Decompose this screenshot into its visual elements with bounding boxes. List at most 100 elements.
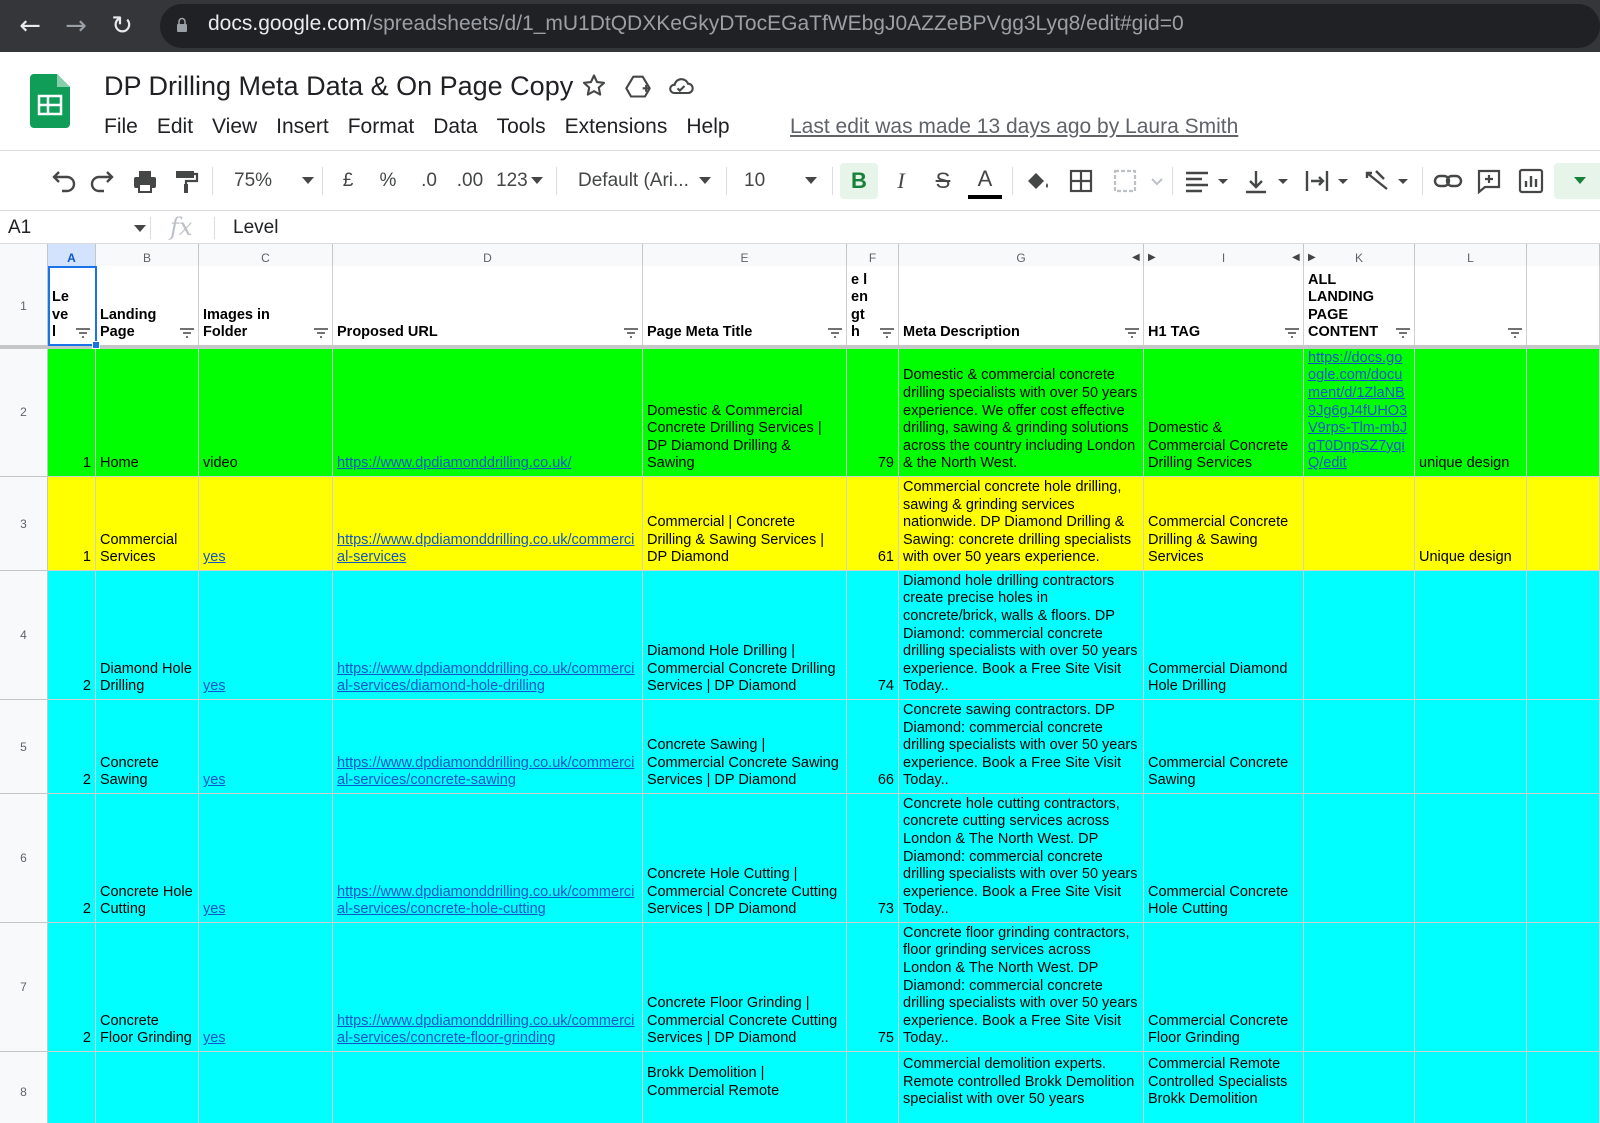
table-cell[interactable]: Commercial Concrete Sawing	[1144, 700, 1304, 794]
row-header-8[interactable]: 8	[0, 1052, 48, 1123]
align-left-icon[interactable]	[1182, 163, 1234, 199]
table-cell[interactable]: yes	[199, 700, 333, 794]
table-cell[interactable]: unique design	[1415, 348, 1527, 477]
table-cell[interactable]: Commercial Remote Controlled Specialists…	[1144, 1052, 1304, 1123]
table-cell[interactable]: Domestic & Commercial Concrete Drilling …	[1144, 348, 1304, 477]
row-header-3[interactable]: 3	[0, 477, 48, 571]
table-cell[interactable]	[333, 1052, 643, 1123]
header-cell-images[interactable]: Images in Folder	[199, 266, 333, 346]
menu-edit[interactable]: Edit	[157, 112, 193, 142]
back-icon[interactable]: ←	[14, 10, 46, 42]
row-header-7[interactable]: 7	[0, 923, 48, 1052]
fill-color-icon[interactable]	[1022, 163, 1052, 199]
header-cell-empty[interactable]	[1527, 266, 1600, 346]
row-header-5[interactable]: 5	[0, 700, 48, 794]
table-cell[interactable]: 2	[48, 700, 96, 794]
hidden-column-left-arrow-icon[interactable]: ◀	[1132, 252, 1140, 263]
hidden-column-left-arrow-icon[interactable]: ◀	[1292, 252, 1300, 263]
undo-icon[interactable]	[48, 163, 78, 199]
chart-icon[interactable]	[1516, 163, 1546, 199]
merge-cells-icon[interactable]	[1110, 163, 1164, 199]
table-cell[interactable]: https://docs.google.com/document/d/1ZlaN…	[1304, 348, 1415, 477]
document-title[interactable]: DP Drilling Meta Data & On Page Copy	[104, 71, 573, 102]
table-cell[interactable]: Concrete Sawing | Commercial Concrete Sa…	[643, 700, 847, 794]
table-cell[interactable]	[1304, 700, 1415, 794]
table-cell[interactable]: Commercial Concrete Drilling & Sawing Se…	[1144, 477, 1304, 571]
url-link[interactable]: https://www.dpdiamonddrilling.co.uk/comm…	[337, 755, 638, 790]
table-cell[interactable]: Commercial Diamond Hole Drilling	[1144, 571, 1304, 700]
filter-icon[interactable]	[624, 328, 638, 338]
table-cell[interactable]: 1	[48, 477, 96, 571]
table-cell[interactable]: video	[199, 348, 333, 477]
hidden-column-right-arrow-icon[interactable]: ▶	[1308, 252, 1316, 263]
table-cell[interactable]	[1415, 794, 1527, 923]
table-cell[interactable]: Concrete floor grinding contractors, flo…	[899, 923, 1144, 1052]
menu-data[interactable]: Data	[433, 112, 477, 142]
print-icon[interactable]	[130, 163, 160, 199]
table-cell[interactable]: Concrete Hole Cutting	[96, 794, 199, 923]
filter-icon[interactable]	[1508, 328, 1522, 338]
table-cell[interactable]: Diamond hole drilling contractors create…	[899, 571, 1144, 700]
table-cell[interactable]: https://www.dpdiamonddrilling.co.uk/	[333, 348, 643, 477]
header-cell-h1-tag[interactable]: H1 TAG	[1144, 266, 1304, 346]
table-cell[interactable]: Unique design	[1415, 477, 1527, 571]
table-cell[interactable]: Brokk Demolition | Commercial Remote	[643, 1052, 847, 1123]
url-link[interactable]: https://www.dpdiamonddrilling.co.uk/comm…	[337, 532, 638, 567]
table-cell[interactable]: Concrete Floor Grinding	[96, 923, 199, 1052]
table-cell[interactable]	[1527, 571, 1600, 700]
url-link[interactable]: https://www.dpdiamonddrilling.co.uk/comm…	[337, 1013, 638, 1048]
hidden-column-right-arrow-icon[interactable]: ▶	[1148, 252, 1156, 263]
filter-icon[interactable]	[1396, 328, 1410, 338]
images-link[interactable]: yes	[203, 678, 328, 696]
table-cell[interactable]	[1527, 923, 1600, 1052]
decrease-decimal-button[interactable]: .0	[414, 163, 444, 199]
table-cell[interactable]: Commercial Concrete Hole Cutting	[1144, 794, 1304, 923]
reload-icon[interactable]: ↻	[106, 10, 138, 42]
url-text[interactable]: docs.google.com/spreadsheets/d/1_mU1DtQD…	[208, 12, 1184, 36]
table-cell[interactable]: Diamond Hole Drilling	[96, 571, 199, 700]
table-cell[interactable]	[199, 1052, 333, 1123]
sheets-logo-icon[interactable]	[30, 74, 70, 128]
comment-icon[interactable]	[1474, 163, 1504, 199]
images-link[interactable]: yes	[203, 901, 328, 919]
filter-icon[interactable]	[1125, 328, 1139, 338]
url-link[interactable]: https://www.dpdiamonddrilling.co.uk/comm…	[337, 661, 638, 696]
table-cell[interactable]: 2	[48, 794, 96, 923]
zoom-select[interactable]: 75%	[226, 163, 316, 199]
last-edit-link[interactable]: Last edit was made 13 days ago by Laura …	[790, 112, 1238, 142]
table-cell[interactable]: Concrete hole cutting contractors, concr…	[899, 794, 1144, 923]
menu-extensions[interactable]: Extensions	[565, 112, 668, 142]
table-cell[interactable]	[1527, 794, 1600, 923]
table-cell[interactable]	[1304, 1052, 1415, 1123]
table-cell[interactable]: 2	[48, 923, 96, 1052]
menu-tools[interactable]: Tools	[497, 112, 546, 142]
increase-decimal-button[interactable]: .00	[454, 163, 486, 199]
percent-format-button[interactable]: %	[376, 163, 400, 199]
header-cell-meta-description[interactable]: Meta Description	[899, 266, 1144, 346]
filter-icon[interactable]	[1285, 328, 1299, 338]
table-cell[interactable]: Concrete Hole Cutting | Commercial Concr…	[643, 794, 847, 923]
table-cell[interactable]: 73	[847, 794, 899, 923]
images-link[interactable]: yes	[203, 549, 328, 567]
table-cell[interactable]	[1527, 700, 1600, 794]
table-cell[interactable]: Concrete Floor Grinding | Commercial Con…	[643, 923, 847, 1052]
table-cell[interactable]: 74	[847, 571, 899, 700]
table-cell[interactable]	[1527, 1052, 1600, 1123]
table-cell[interactable]	[847, 1052, 899, 1123]
strikethrough-button[interactable]: S	[926, 163, 960, 199]
table-cell[interactable]: Commercial concrete hole drilling, sawin…	[899, 477, 1144, 571]
table-cell[interactable]: Concrete Sawing	[96, 700, 199, 794]
header-cell-proposed-url[interactable]: Proposed URL	[333, 266, 643, 346]
table-cell[interactable]: yes	[199, 923, 333, 1052]
table-cell[interactable]: 1	[48, 348, 96, 477]
row-header-1[interactable]: 1	[0, 266, 48, 346]
paint-format-icon[interactable]	[172, 163, 200, 199]
row-header-6[interactable]: 6	[0, 794, 48, 923]
name-box[interactable]: A1	[8, 215, 31, 241]
table-cell[interactable]	[1304, 477, 1415, 571]
table-cell[interactable]: Domestic & Commercial Concrete Drilling …	[643, 348, 847, 477]
table-cell[interactable]: https://www.dpdiamonddrilling.co.uk/comm…	[333, 794, 643, 923]
table-cell[interactable]	[1415, 700, 1527, 794]
font-size-select[interactable]: 10	[738, 163, 824, 199]
valign-bottom-icon[interactable]	[1242, 163, 1294, 199]
